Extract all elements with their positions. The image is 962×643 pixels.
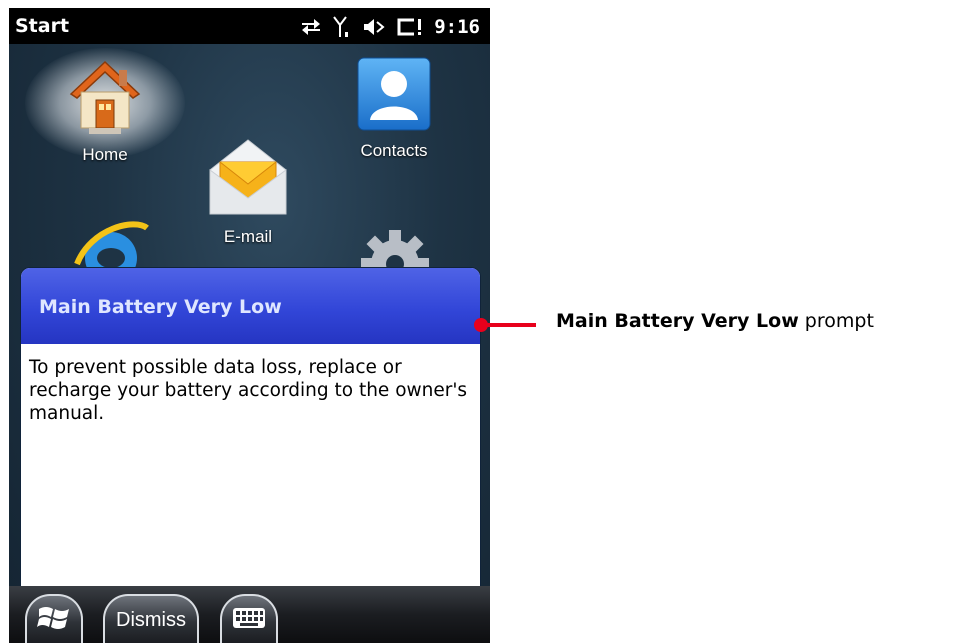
tile-contacts-label: Contacts	[360, 141, 428, 160]
keyboard-button[interactable]	[220, 594, 278, 643]
battery-critical-icon[interactable]	[396, 17, 424, 37]
start-button[interactable]	[25, 594, 83, 643]
dialog-message: To prevent possible data loss, replace o…	[29, 357, 468, 424]
dismiss-button[interactable]: Dismiss	[103, 594, 199, 643]
status-icons: 9:16	[300, 12, 480, 42]
callout-label-rest: prompt	[798, 310, 874, 332]
house-icon	[63, 60, 147, 140]
battery-warning-dialog: Main Battery Very Low To prevent possibl…	[20, 267, 481, 599]
clock-time[interactable]: 9:16	[434, 16, 480, 38]
connection-arrows-icon[interactable]	[300, 17, 322, 37]
tile-email-label: E-mail	[223, 227, 273, 246]
start-title[interactable]: Start	[15, 15, 69, 37]
tile-email[interactable]: E-mail	[205, 136, 291, 247]
tile-home[interactable]: Home	[59, 56, 151, 165]
dialog-title: Main Battery Very Low	[39, 296, 282, 318]
windows-logo-icon	[37, 603, 71, 637]
callout-label: Main Battery Very Low prompt	[556, 310, 874, 332]
tile-home-label: Home	[82, 145, 128, 164]
taskbar: Dismiss	[9, 586, 490, 643]
callout-label-bold: Main Battery Very Low	[556, 310, 799, 332]
keyboard-icon	[232, 606, 266, 634]
status-bar: Start 9:16	[9, 8, 490, 44]
tile-contacts[interactable]: Contacts	[349, 56, 439, 161]
speaker-muted-icon[interactable]	[362, 17, 386, 37]
device-screen: Start 9:16 Home E-mail Contacts Main Bat…	[9, 8, 490, 643]
envelope-icon	[206, 139, 290, 222]
callout-dot	[474, 318, 488, 332]
callout-line	[482, 323, 536, 327]
signal-antenna-icon[interactable]	[332, 15, 352, 39]
contact-person-icon	[356, 57, 432, 136]
dialog-header: Main Battery Very Low	[21, 268, 480, 344]
